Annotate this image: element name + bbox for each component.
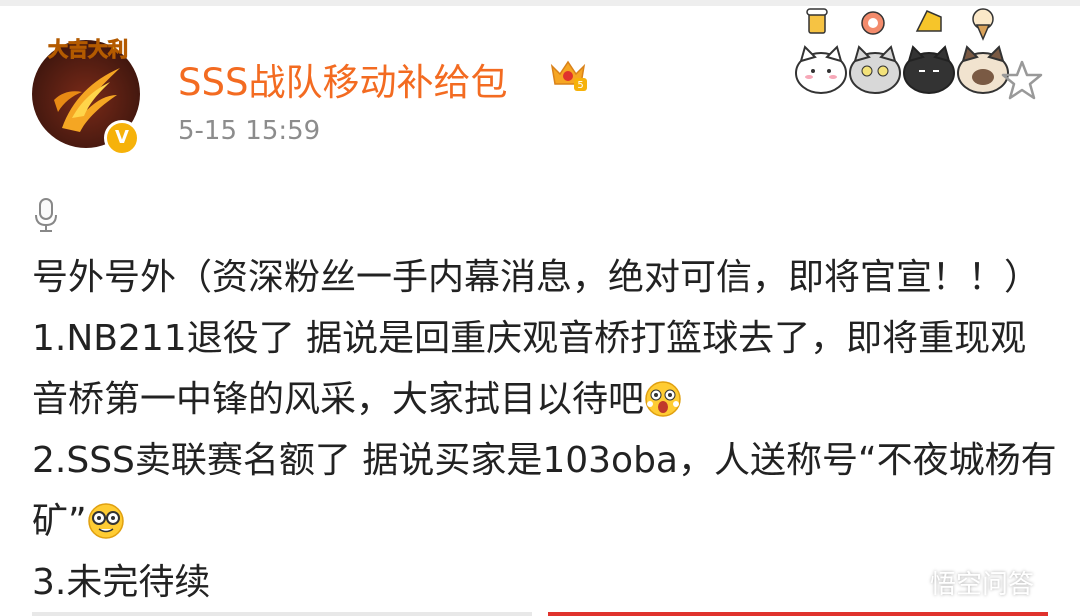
post-content: 号外号外（资深粉丝一手内幕消息，绝对可信，即将官宣！！） 1.NB211退役了 … xyxy=(32,186,1062,613)
star-icon[interactable] xyxy=(1000,58,1044,102)
beer-icon xyxy=(806,8,828,34)
post-timestamp: 5-15 15:59 xyxy=(178,116,321,146)
bottom-divider-left xyxy=(32,612,532,616)
wukong-logo-icon xyxy=(888,568,924,596)
shrimp-icon xyxy=(861,11,885,35)
surprised-face-emoji xyxy=(645,381,681,417)
avatar-banner-icon: 大吉大利 xyxy=(48,37,129,62)
icecream-icon xyxy=(972,8,994,41)
content-line-1: 号外号外（资深粉丝一手内幕消息，绝对可信，即将官宣！！） xyxy=(32,186,1062,308)
content-item-1: 1.NB211退役了 据说是回重庆观音桥打篮球去了，即将重现观音桥第一中锋的风采… xyxy=(32,318,1027,420)
gray-cat-icon xyxy=(849,45,901,94)
verified-badge: V xyxy=(104,120,140,156)
watermark-text: 悟空问答 xyxy=(930,569,1035,600)
svg-text:5: 5 xyxy=(577,80,583,91)
vip-crown-icon: 5 xyxy=(550,60,587,91)
bottom-divider-right xyxy=(548,612,1048,616)
black-cat-icon xyxy=(903,45,955,94)
microphone-icon xyxy=(35,198,57,232)
nerd-face-emoji xyxy=(87,503,124,539)
username[interactable]: SSS战队移动补给包 xyxy=(178,52,507,106)
watermark: 悟空问答 xyxy=(888,562,1034,602)
content-item-2: 2.SSS卖联赛名额了 据说买家是103oba，人送称号“不夜城杨有矿” xyxy=(32,440,1057,542)
cheese-icon xyxy=(915,10,942,32)
svg-text:大吉大利: 大吉大利 xyxy=(48,37,128,61)
white-cat-icon xyxy=(795,45,847,94)
